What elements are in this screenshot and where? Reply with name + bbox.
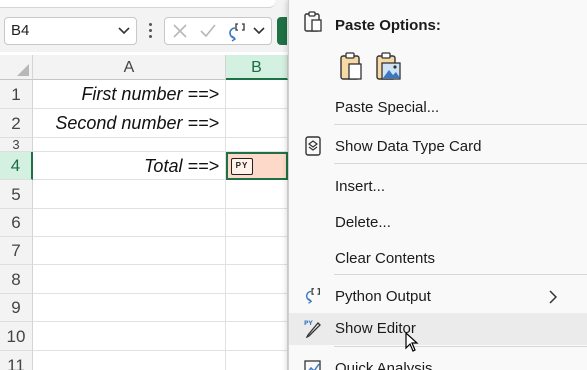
menu-item-python-output[interactable]: Python Output	[289, 281, 587, 313]
menu-item-label: Show Data Type Card	[335, 138, 482, 155]
select-all-button[interactable]	[0, 55, 33, 80]
menu-item-show-editor[interactable]: PY Show Editor	[289, 313, 587, 345]
menu-item-quick-analysis[interactable]: Quick Analysis	[289, 353, 587, 370]
name-box-value: B4	[11, 22, 30, 39]
cell-b7[interactable]	[226, 237, 288, 265]
menu-item-paste-special[interactable]: Paste Special...	[289, 92, 587, 124]
menu-item-show-data-type-card[interactable]: Show Data Type Card	[289, 131, 587, 163]
menu-item-label: Insert...	[335, 178, 386, 195]
menu-item-insert[interactable]: Insert...	[289, 171, 587, 203]
menu-item-delete[interactable]: Delete...	[289, 207, 587, 239]
row-header-1[interactable]: 1	[0, 80, 33, 109]
paste-picture-icon[interactable]	[374, 51, 402, 81]
paste-options-label: Paste Options:	[335, 17, 441, 34]
cell-a1[interactable]: First number ==>	[33, 80, 226, 109]
python-output-icon[interactable]	[225, 22, 247, 42]
svg-text:PY: PY	[304, 320, 313, 327]
context-menu: Paste Options: Paste Special... Show Dat…	[288, 0, 587, 370]
python-cell-badge: PY	[231, 158, 253, 175]
menu-separator	[334, 124, 587, 125]
chevron-down-icon[interactable]	[118, 27, 130, 35]
cell-a2[interactable]: Second number ==>	[33, 109, 226, 138]
cell-b1[interactable]	[226, 80, 288, 109]
row-header-10[interactable]: 10	[0, 322, 33, 351]
ribbon-edge	[0, 0, 275, 8]
data-type-card-icon	[305, 136, 321, 156]
mouse-cursor-icon	[405, 332, 419, 352]
cell-a10[interactable]	[33, 322, 226, 351]
check-icon[interactable]	[199, 22, 217, 40]
row-header-3[interactable]: 3	[0, 138, 33, 152]
row-header-6[interactable]: 6	[0, 209, 33, 237]
python-editor-icon: PY	[304, 320, 321, 338]
cell-b3[interactable]	[226, 138, 288, 152]
cancel-icon[interactable]	[171, 22, 189, 40]
menu-item-label: Python Output	[335, 288, 431, 305]
row-header-2[interactable]: 2	[0, 109, 33, 138]
cell-a9[interactable]	[33, 294, 226, 322]
cell-b8[interactable]	[226, 265, 288, 294]
menu-item-label: Clear Contents	[335, 250, 436, 267]
more-options-icon[interactable]	[147, 21, 153, 41]
paste-icon	[304, 11, 322, 32]
cell-b5[interactable]	[226, 180, 288, 209]
selected-cell-b4[interactable]: PY	[226, 152, 288, 180]
menu-item-label: Quick Analysis	[335, 360, 433, 370]
cell-a5[interactable]	[33, 180, 226, 209]
menu-item-clear-contents[interactable]: Clear Contents	[289, 243, 587, 275]
row-header-11[interactable]: 11	[0, 351, 33, 370]
name-box[interactable]: B4	[4, 17, 137, 45]
menu-separator	[334, 274, 587, 275]
paste-keep-formatting-icon[interactable]	[337, 51, 365, 81]
menu-item-label: Delete...	[335, 214, 391, 231]
cell-a7[interactable]	[33, 237, 226, 265]
cell-b10[interactable]	[226, 322, 288, 351]
row-header-9[interactable]: 9	[0, 294, 33, 322]
python-output-icon	[305, 288, 320, 304]
formula-controls	[164, 17, 272, 45]
cell-a11[interactable]	[33, 351, 226, 370]
column-header-b[interactable]: B	[226, 55, 288, 80]
column-header-a[interactable]: A	[33, 55, 226, 80]
cell-b2[interactable]	[226, 109, 288, 138]
row-header-8[interactable]: 8	[0, 265, 33, 294]
quick-analysis-icon	[304, 360, 321, 370]
cell-b11[interactable]	[226, 351, 288, 370]
python-mode-indicator[interactable]	[277, 17, 287, 45]
menu-separator	[334, 346, 587, 347]
cell-b6[interactable]	[226, 209, 288, 237]
cell-a8[interactable]	[33, 265, 226, 294]
row-header-4[interactable]: 4	[0, 152, 33, 180]
chevron-down-icon[interactable]	[253, 27, 265, 35]
cell-a6[interactable]	[33, 209, 226, 237]
cell-a4[interactable]: Total ==>	[33, 152, 226, 180]
menu-item-label: Paste Special...	[335, 99, 440, 116]
row-header-5[interactable]: 5	[0, 180, 33, 209]
row-header-7[interactable]: 7	[0, 237, 33, 265]
cell-b9[interactable]	[226, 294, 288, 322]
menu-separator	[334, 163, 587, 164]
chevron-right-icon	[549, 290, 557, 304]
menu-item-label: Show Editor	[335, 320, 416, 337]
cell-a3[interactable]	[33, 138, 226, 152]
